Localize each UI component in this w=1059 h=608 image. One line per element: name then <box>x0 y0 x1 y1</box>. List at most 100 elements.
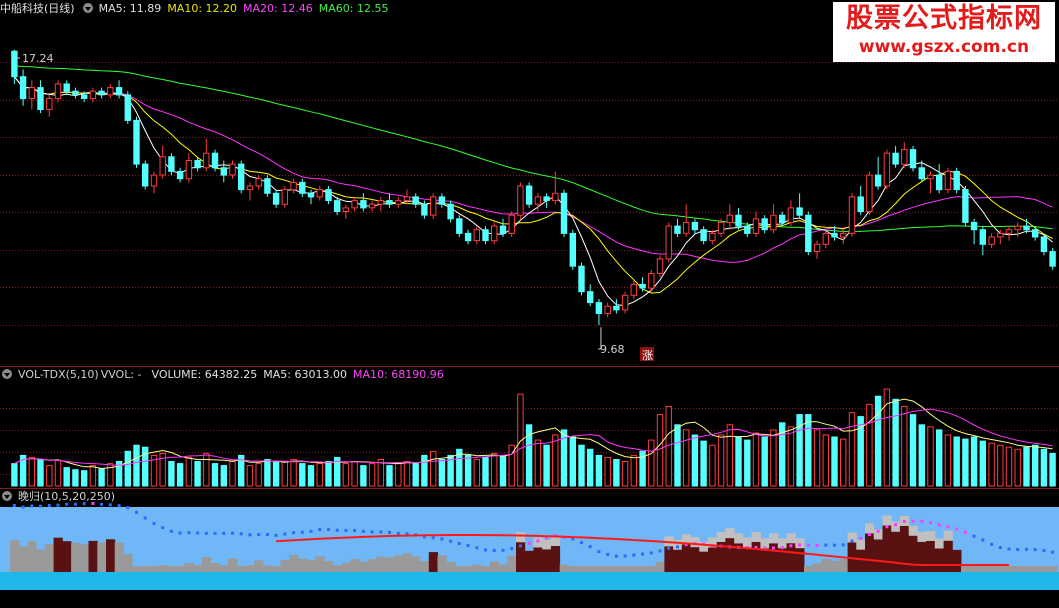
candle-body <box>63 83 70 92</box>
indicator-dot <box>431 536 435 540</box>
low-price-label: 9.68 <box>600 343 625 356</box>
indicator-column <box>71 542 81 572</box>
candle-body <box>534 196 542 205</box>
indicator-dot <box>135 510 138 514</box>
candle-body <box>709 232 716 242</box>
candle-body <box>1049 251 1056 267</box>
volume-bar <box>770 429 777 487</box>
indicator-column <box>742 547 753 572</box>
candle-body <box>936 174 943 191</box>
candle-body <box>185 160 193 180</box>
volume-bar <box>185 456 193 487</box>
high-price-label: 17.24 <box>22 52 54 65</box>
indicator-column <box>79 544 89 572</box>
indicator-dot <box>676 545 679 549</box>
volume-bar <box>918 424 925 487</box>
volume-bar <box>613 459 620 487</box>
indicator-header: 晚归(10,5,20,250) <box>0 488 121 506</box>
volume-bar <box>621 461 629 487</box>
candle <box>508 211 515 238</box>
indicator-dot <box>588 545 592 549</box>
indicator-column <box>437 555 447 572</box>
indicator-dot <box>213 531 217 535</box>
dropdown-icon[interactable] <box>82 3 93 13</box>
indicator-dot <box>501 548 505 552</box>
indicator-dropdown-icon[interactable] <box>2 491 12 501</box>
indicator-column <box>341 562 351 572</box>
indicator-column <box>969 566 979 572</box>
indicator-column <box>472 564 482 572</box>
wangui-indicator[interactable] <box>0 501 1059 590</box>
candle-body <box>543 196 550 201</box>
indicator-column <box>184 563 194 572</box>
indicator-column <box>489 561 500 572</box>
indicator-dot <box>344 529 348 532</box>
indicator-dot <box>527 541 531 545</box>
indicator-column-top <box>690 537 700 548</box>
candle-body <box>927 174 934 180</box>
indicator-dot <box>152 522 156 525</box>
candle-body <box>211 152 219 169</box>
volume-bar <box>656 414 664 487</box>
candle <box>909 145 917 172</box>
indicator-column <box>455 566 465 572</box>
candle-body <box>656 258 664 274</box>
volume-bar <box>578 444 585 487</box>
candle-body <box>613 305 620 311</box>
candle <box>883 149 891 190</box>
candle-body <box>813 243 821 253</box>
candle-body <box>779 214 786 223</box>
candle-body <box>342 207 350 212</box>
vvol-label: VVOL: - <box>100 368 142 381</box>
candle-body <box>491 225 498 242</box>
volume-bar <box>368 463 376 487</box>
indicator-column <box>629 566 639 572</box>
indicator-column <box>638 566 648 572</box>
candle-body <box>421 203 428 216</box>
indicator-column <box>681 544 691 572</box>
indicator-dot <box>388 530 391 534</box>
candle <box>456 215 463 238</box>
candle-body <box>700 229 707 242</box>
candle-body <box>892 152 899 165</box>
indicator-column-top <box>795 538 805 549</box>
stock-chart[interactable]: 17.24 9.68 涨 <box>0 0 1059 608</box>
indicator-column <box>254 560 264 572</box>
volume-bar <box>299 463 306 487</box>
indicator-column <box>1013 566 1023 572</box>
candle-body <box>142 163 149 187</box>
volume-bar <box>464 454 472 487</box>
volume-bar <box>1023 446 1030 487</box>
indicator-dot <box>649 551 653 555</box>
indicator-column <box>123 554 133 572</box>
indicator-column <box>376 556 386 572</box>
indicator-column <box>542 549 552 572</box>
candle-body <box>246 185 254 191</box>
volume-bar <box>325 461 332 487</box>
candle-body <box>901 149 908 165</box>
candle <box>281 186 289 208</box>
volume-bar <box>595 454 603 487</box>
candle-body <box>150 174 158 187</box>
candle-body <box>403 196 411 201</box>
indicator-column-top <box>742 537 753 548</box>
candle <box>124 91 131 125</box>
indicator-dot <box>178 531 182 535</box>
volume-bar <box>944 434 952 487</box>
volume-bar <box>1049 452 1056 487</box>
indicator-column <box>821 558 831 572</box>
indicator-column <box>664 546 674 572</box>
indicator-dot <box>632 553 636 557</box>
indicator-column <box>106 539 116 572</box>
candle-body <box>11 50 18 78</box>
candle-body <box>508 214 515 234</box>
volume-bar <box>909 414 917 487</box>
volume-bar <box>813 429 821 487</box>
candle-body <box>525 185 533 205</box>
volume-dropdown-icon[interactable] <box>2 369 12 379</box>
candle <box>142 160 149 190</box>
volume-bar <box>1005 446 1013 487</box>
candle-body <box>89 90 97 99</box>
indicator-dot <box>789 544 793 548</box>
volume-bar <box>630 454 637 487</box>
